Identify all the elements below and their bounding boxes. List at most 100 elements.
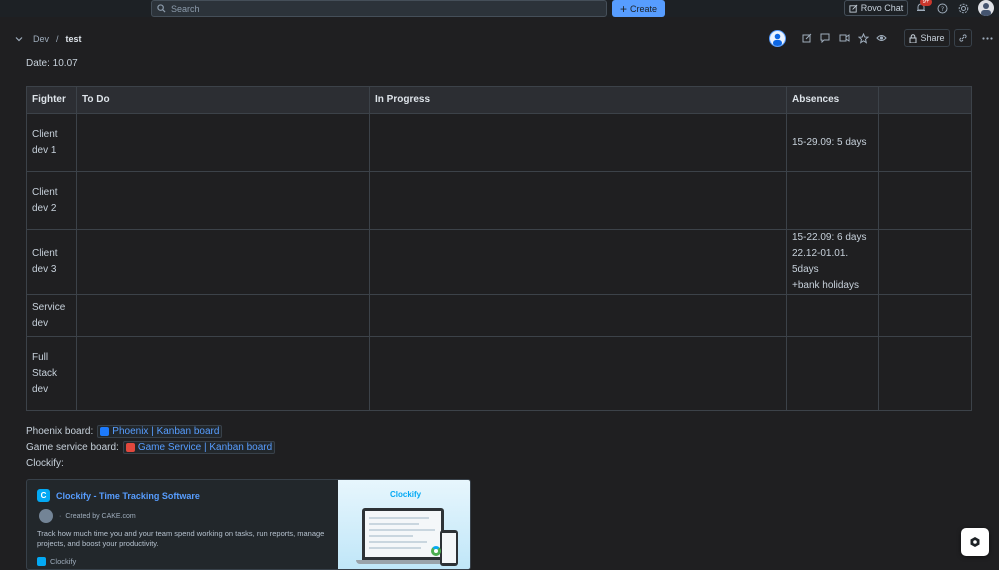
date-text: Date: 10.07 — [26, 58, 78, 69]
absences-cell[interactable] — [786, 336, 879, 411]
todo-cell[interactable] — [76, 229, 370, 295]
clockify-small-logo-icon — [37, 557, 46, 566]
table-row: Service dev — [26, 294, 972, 337]
card-preview-image: Clockify — [338, 480, 470, 569]
todo-cell[interactable] — [76, 113, 370, 172]
phoenix-board-link[interactable]: Phoenix | Kanban board — [97, 425, 223, 438]
game-service-board-label: Game service board: — [26, 442, 119, 453]
screen-row — [369, 517, 429, 519]
edit-pencil-icon[interactable] — [800, 31, 814, 45]
extra-cell[interactable] — [878, 171, 972, 230]
extra-cell[interactable] — [878, 229, 972, 295]
breadcrumb-separator: / — [56, 34, 59, 44]
cloud-icon — [100, 427, 110, 436]
screen-row — [369, 547, 421, 549]
card-source: Clockify — [37, 557, 76, 566]
phone-screen — [442, 533, 456, 563]
absences-cell[interactable] — [786, 294, 879, 337]
in-progress-cell[interactable] — [369, 171, 787, 230]
todo-cell[interactable] — [76, 336, 370, 411]
table-row: Client dev 1 15-29.09: 5 days — [26, 113, 972, 172]
fighter-cell[interactable]: Service dev — [26, 294, 77, 337]
header-absences[interactable]: Absences — [786, 86, 879, 114]
create-button[interactable]: + Create — [612, 0, 665, 17]
absences-cell[interactable]: 15-29.09: 5 days — [786, 113, 879, 172]
game-service-board-link-text: Game Service | Kanban board — [137, 442, 273, 453]
rovo-chat-button[interactable]: Rovo Chat — [844, 0, 908, 16]
header-to-do[interactable]: To Do — [76, 86, 370, 114]
extra-cell[interactable] — [878, 113, 972, 172]
extra-cell[interactable] — [878, 294, 972, 337]
extra-cell[interactable] — [878, 336, 972, 411]
page-contributor-avatar[interactable] — [769, 30, 786, 47]
plus-icon: + — [619, 1, 627, 16]
card-title[interactable]: C Clockify - Time Tracking Software — [37, 489, 328, 502]
notification-count-badge: 9+ — [920, 0, 932, 6]
screen-row — [369, 541, 427, 543]
card-title-text: Clockify - Time Tracking Software — [56, 490, 200, 501]
absence-entry: 15-29.09: 5 days — [792, 136, 867, 148]
header-empty[interactable] — [878, 86, 972, 114]
fighter-cell[interactable]: Client dev 2 — [26, 171, 77, 230]
todo-cell[interactable] — [76, 294, 370, 337]
svg-text:?: ? — [940, 5, 943, 13]
clockify-line: Clockify: — [26, 458, 64, 469]
table-row: Client dev 2 — [26, 171, 972, 230]
video-icon[interactable] — [837, 31, 851, 45]
lock-icon — [909, 33, 917, 43]
clockify-label: Clockify: — [26, 458, 64, 469]
absence-entry: +bank holidays — [792, 280, 859, 291]
floating-help-button[interactable] — [961, 528, 989, 556]
absences-cell[interactable] — [786, 171, 879, 230]
fighter-cell[interactable]: Full Stack dev — [26, 336, 77, 411]
fighter-cell[interactable]: Client dev 1 — [26, 113, 77, 172]
star-icon[interactable] — [856, 31, 870, 45]
settings-gear-icon[interactable] — [956, 1, 970, 15]
screen-row — [369, 535, 413, 537]
phoenix-board-line: Phoenix board: Phoenix | Kanban board — [26, 425, 223, 438]
card-description: Track how much time you and your team sp… — [37, 529, 325, 548]
breadcrumb-parent[interactable]: Dev — [33, 34, 49, 44]
chart-donut-icon — [431, 546, 441, 556]
absence-entry: 15-22.09: 6 days — [792, 232, 867, 243]
comment-icon[interactable] — [818, 31, 832, 45]
game-service-board-link[interactable]: Game Service | Kanban board — [122, 441, 276, 454]
game-service-board-line: Game service board: Game Service | Kanba… — [26, 441, 276, 454]
preview-brand: Clockify — [390, 490, 422, 499]
card-created-by: Created by CAKE.com — [65, 512, 136, 520]
clockify-link-card[interactable]: C Clockify - Time Tracking Software · Cr… — [26, 479, 471, 570]
search-placeholder: Search — [171, 3, 200, 14]
in-progress-cell[interactable] — [369, 229, 787, 295]
breadcrumb-current[interactable]: test — [66, 34, 82, 44]
more-actions-icon[interactable] — [980, 31, 994, 45]
link-icon — [959, 34, 967, 42]
phoenix-board-label: Phoenix board: — [26, 426, 94, 437]
bullet-dot: · — [59, 512, 62, 520]
laptop-screen — [365, 511, 441, 557]
table-row: Full Stack dev — [26, 336, 972, 411]
create-button-label: Create — [630, 3, 658, 14]
in-progress-cell[interactable] — [369, 294, 787, 337]
in-progress-cell[interactable] — [369, 113, 787, 172]
copy-link-button[interactable] — [954, 29, 972, 47]
help-icon[interactable]: ? — [935, 1, 949, 15]
fighter-cell[interactable]: Client dev 3 — [26, 229, 77, 295]
user-avatar[interactable] — [978, 0, 994, 16]
header-fighter[interactable]: Fighter — [26, 86, 77, 114]
top-navigation-bar: Search + Create Rovo Chat 9+ ? — [0, 0, 999, 17]
card-source-text: Clockify — [50, 557, 77, 566]
clockify-logo-icon: C — [37, 489, 50, 502]
absences-cell[interactable]: 15-22.09: 6 days 22.12-01.01. 5days +ban… — [786, 229, 879, 295]
phoenix-board-link-text: Phoenix | Kanban board — [112, 426, 220, 437]
in-progress-cell[interactable] — [369, 336, 787, 411]
todo-cell[interactable] — [76, 171, 370, 230]
table-header-row: Fighter To Do In Progress Absences — [26, 86, 972, 114]
absence-entry: 22.12-01.01. 5days — [792, 248, 849, 275]
share-button[interactable]: Share — [904, 29, 950, 47]
search-input[interactable]: Search — [151, 0, 607, 17]
phone-illustration — [440, 530, 458, 566]
watch-eye-icon[interactable] — [874, 31, 888, 45]
header-in-progress[interactable]: In Progress — [369, 86, 787, 114]
chevron-down-icon[interactable] — [15, 35, 23, 43]
screen-row — [369, 529, 435, 531]
